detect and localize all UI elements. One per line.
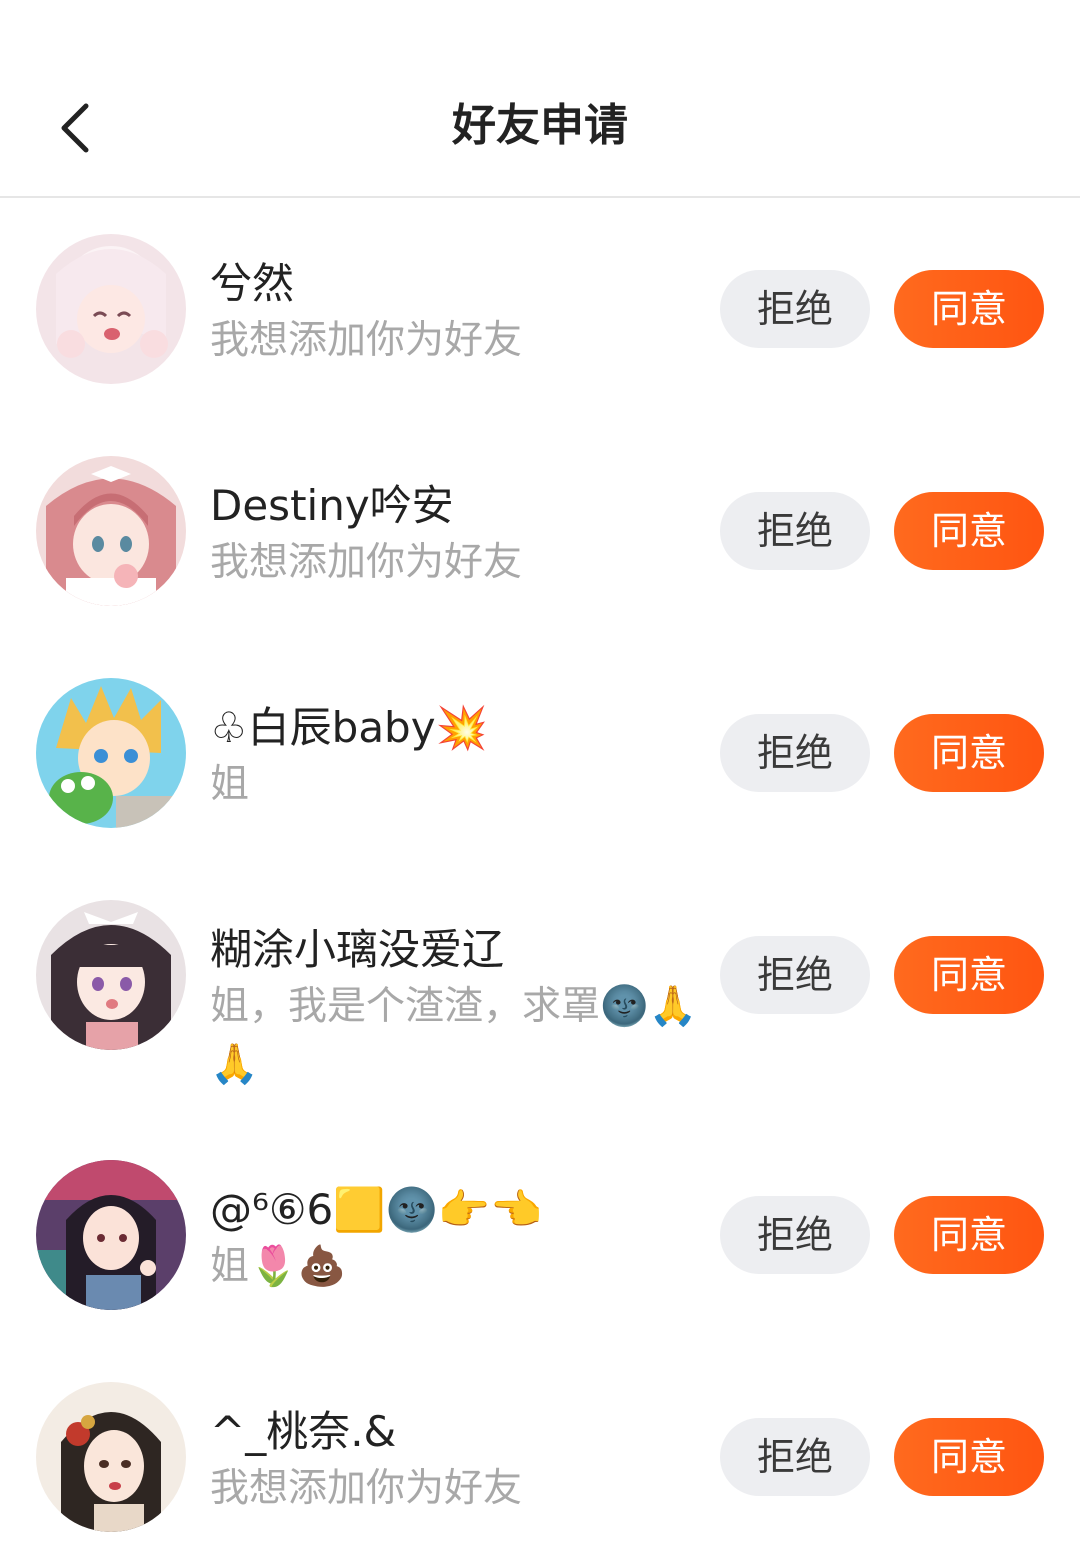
requester-name: 兮然	[210, 259, 295, 308]
request-message: 我想添加你为好友	[210, 318, 523, 363]
avatar[interactable]	[36, 678, 186, 828]
requester-name: ^_桃奈.&	[210, 1407, 397, 1456]
reject-button[interactable]: 拒绝	[720, 936, 870, 1014]
accept-button[interactable]: 同意	[894, 714, 1044, 792]
reject-button[interactable]: 拒绝	[720, 1196, 870, 1274]
request-message: 我想添加你为好友	[210, 540, 523, 585]
request-message: 我想添加你为好友	[210, 1466, 523, 1511]
request-message: 姐，我是个渣渣，求罩🌚🙏🙏	[210, 984, 698, 1087]
accept-button[interactable]: 同意	[894, 1196, 1044, 1274]
requester-name: ♧白辰baby💥	[210, 703, 488, 752]
accept-button[interactable]: 同意	[894, 1418, 1044, 1496]
avatar[interactable]	[36, 456, 186, 606]
reject-button[interactable]: 拒绝	[720, 270, 870, 348]
request-message: 姐🌷💩	[210, 1244, 347, 1289]
reject-button[interactable]: 拒绝	[720, 1418, 870, 1496]
reject-button[interactable]: 拒绝	[720, 492, 870, 570]
requester-name: Destiny吟安	[210, 481, 454, 530]
avatar[interactable]	[36, 234, 186, 384]
accept-button[interactable]: 同意	[894, 492, 1044, 570]
reject-button[interactable]: 拒绝	[720, 714, 870, 792]
avatar[interactable]	[36, 900, 186, 1050]
request-message: 姐	[210, 762, 250, 807]
accept-button[interactable]: 同意	[894, 936, 1044, 1014]
avatar[interactable]	[36, 1160, 186, 1310]
requester-name: @⁶⑥6🟨🌚👉👈	[210, 1185, 543, 1234]
top-bar: 好友申请	[0, 0, 1080, 198]
requester-name: 糊涂小璃没爱辽	[210, 925, 505, 974]
avatar[interactable]	[36, 1382, 186, 1532]
page-title: 好友申请	[452, 100, 628, 151]
accept-button[interactable]: 同意	[894, 270, 1044, 348]
